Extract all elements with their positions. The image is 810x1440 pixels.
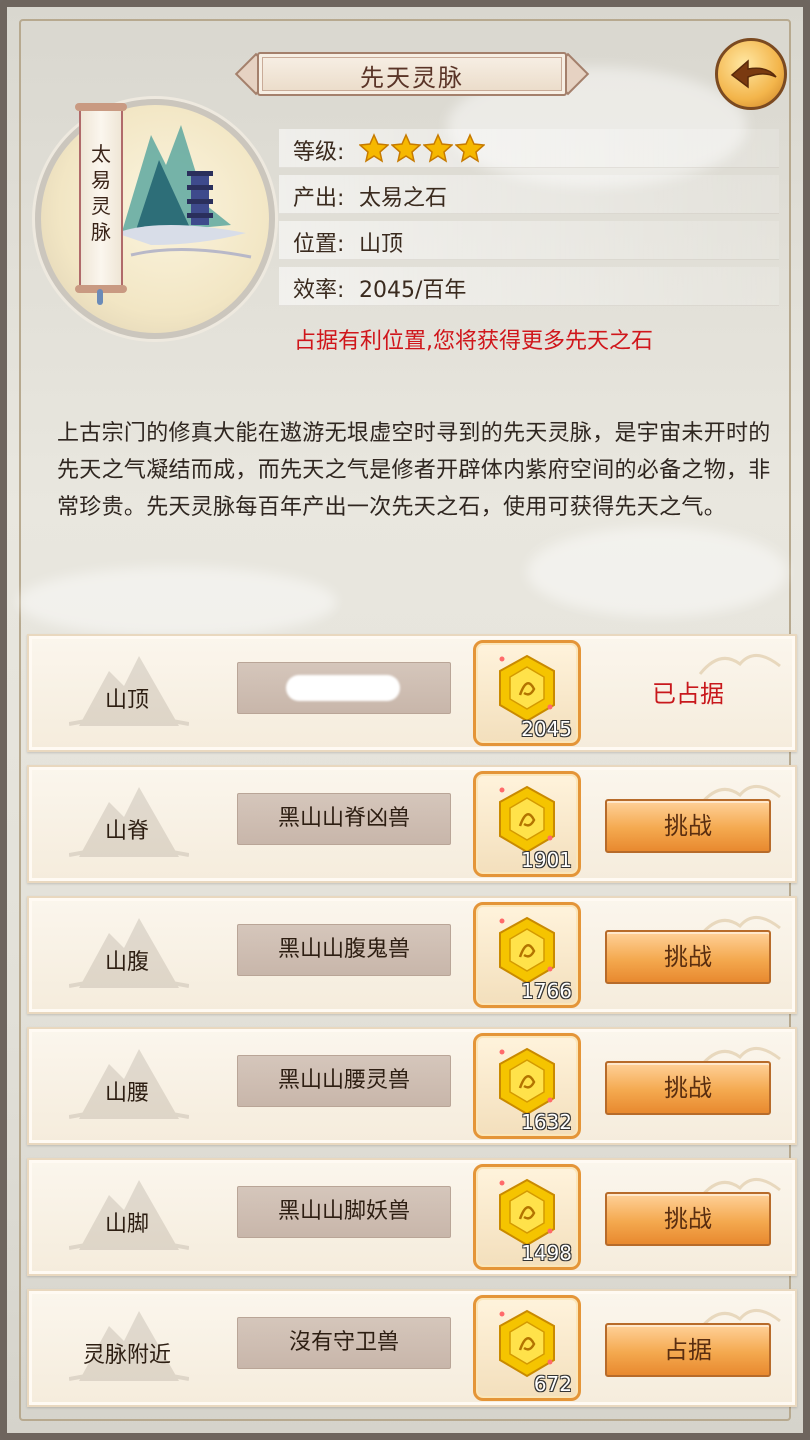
title-banner: 先天灵脉 <box>233 49 591 99</box>
output-label: 产出: <box>293 186 345 211</box>
position-row: 山顶 2045 已占据 <box>27 634 797 752</box>
spirit-vein-emblem <box>35 99 275 339</box>
position-name: 山腹 <box>104 950 149 975</box>
gem-icon <box>499 1047 555 1116</box>
info-efficiency-row: 效率: 2045/百年 <box>279 267 779 306</box>
mist-decoration <box>17 567 337 637</box>
challenge-button[interactable]: 挑战 <box>605 1192 771 1246</box>
vein-name-scroll: 太 易 灵 脉 <box>75 103 127 293</box>
position-name: 山脚 <box>104 1212 149 1237</box>
star-icon <box>455 133 485 163</box>
guardian-name: 黑山山脊凶兽 <box>237 793 451 845</box>
gem-count: 2045 <box>521 717 572 741</box>
hidden-name-redaction <box>286 675 400 701</box>
info-output-row: 产出: 太易之石 <box>279 175 779 214</box>
challenge-button[interactable]: 挑战 <box>605 1061 771 1115</box>
reward-gem[interactable]: 1901 <box>473 771 581 877</box>
output-value: 太易之石 <box>359 186 448 211</box>
gem-icon <box>499 654 555 723</box>
gem-icon <box>499 785 555 854</box>
guardian-name: 沒有守卫兽 <box>237 1317 451 1369</box>
game-panel: 先天灵脉 太 易 灵 脉 等级: 产出: 太易之石 位置: 山顶 效率: 204… <box>0 0 810 1440</box>
reward-gem[interactable]: 672 <box>473 1295 581 1401</box>
guardian-name: 黑山山腹鬼兽 <box>237 924 451 976</box>
page-title: 先天灵脉 <box>360 64 464 92</box>
reward-gem[interactable]: 1766 <box>473 902 581 1008</box>
gem-count: 1766 <box>521 979 572 1003</box>
gem-count: 1498 <box>521 1241 572 1265</box>
guardian-name: 黑山山脚妖兽 <box>237 1186 451 1238</box>
info-location-row: 位置: 山顶 <box>279 221 779 260</box>
gem-icon <box>499 916 555 985</box>
reward-gem[interactable]: 2045 <box>473 640 581 746</box>
info-level-row: 等级: <box>279 129 779 168</box>
star-icon <box>359 133 389 163</box>
position-row: 山脚 黑山山脚妖兽 1498 挑战 <box>27 1158 797 1276</box>
back-arrow-icon <box>730 59 777 89</box>
reward-gem[interactable]: 1632 <box>473 1033 581 1139</box>
occupied-status: 已占据 <box>652 680 724 708</box>
position-name: 山脊 <box>104 819 149 844</box>
challenge-button[interactable]: 挑战 <box>605 799 771 853</box>
gem-count: 672 <box>533 1372 572 1396</box>
mountain-pagoda-icon <box>116 125 252 259</box>
mist-decoration <box>527 527 787 617</box>
position-row: 山腰 黑山山腰灵兽 1632 挑战 <box>27 1027 797 1145</box>
guardian-name <box>237 662 451 714</box>
gem-count: 1632 <box>521 1110 572 1134</box>
efficiency-value: 2045/百年 <box>359 278 467 303</box>
position-name: 山腰 <box>104 1081 149 1106</box>
efficiency-label: 效率: <box>293 278 345 303</box>
gem-count: 1901 <box>521 848 572 872</box>
position-name: 山顶 <box>104 688 149 713</box>
gem-icon <box>499 1178 555 1247</box>
back-button[interactable] <box>715 38 787 110</box>
position-row: 山脊 黑山山脊凶兽 1901 挑战 <box>27 765 797 883</box>
star-icon <box>391 133 421 163</box>
location-label: 位置: <box>293 232 345 257</box>
position-name: 灵脉附近 <box>82 1343 171 1368</box>
level-label: 等级: <box>293 140 345 165</box>
challenge-button[interactable]: 挑战 <box>605 930 771 984</box>
tassel-decoration <box>97 289 103 305</box>
gem-icon <box>499 1309 555 1378</box>
location-value: 山顶 <box>359 232 404 257</box>
position-row: 灵脉附近 沒有守卫兽 672 占据 <box>27 1289 797 1407</box>
reward-gem[interactable]: 1498 <box>473 1164 581 1270</box>
guardian-name: 黑山山腰灵兽 <box>237 1055 451 1107</box>
level-stars <box>359 133 487 167</box>
occupy-hint: 占据有利位置,您将获得更多先天之石 <box>294 329 653 354</box>
vein-description: 上古宗门的修真大能在遨游无垠虚空时寻到的先天灵脉，是宇宙未开时的先天之气凝结而成… <box>57 421 771 520</box>
star-icon <box>423 133 453 163</box>
position-row: 山腹 黑山山腹鬼兽 1766 挑战 <box>27 896 797 1014</box>
occupy-button[interactable]: 占据 <box>605 1323 771 1377</box>
